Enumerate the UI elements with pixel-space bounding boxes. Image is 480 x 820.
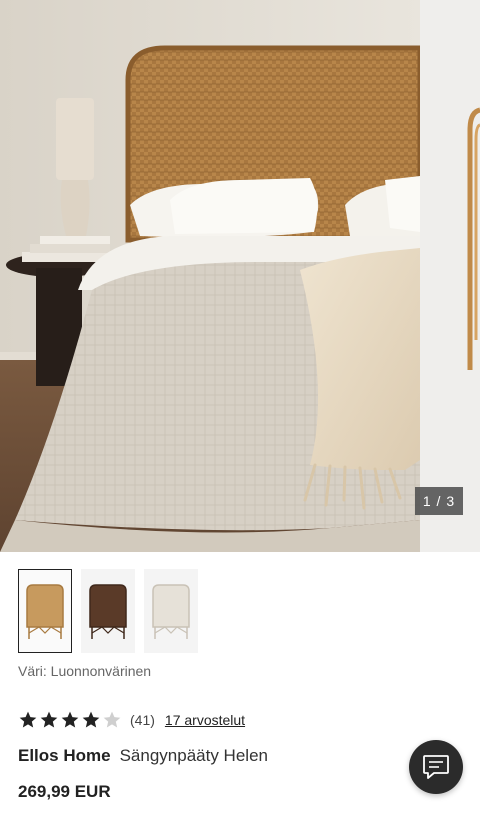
product-image-main[interactable] <box>0 0 420 552</box>
product-image-next-peek[interactable] <box>420 0 480 552</box>
chat-bubble-icon <box>423 755 449 779</box>
headboard-natural-thumb <box>26 584 64 639</box>
star-icon <box>103 711 121 728</box>
product-rating: (41) 17 arvostelut <box>18 710 245 730</box>
product-name: Sängynpääty Helen <box>119 746 268 765</box>
product-title: Ellos Home Sängynpääty Helen <box>18 746 268 766</box>
product-price: 269,99 EUR <box>18 782 111 801</box>
star-icon <box>82 711 100 728</box>
star-icon <box>40 711 58 728</box>
headboard-white-thumb <box>152 584 190 639</box>
selected-color-label: Väri: Luonnonvärinen <box>18 663 152 679</box>
headboard-dark-thumb <box>89 584 127 639</box>
rating-stars <box>18 710 122 730</box>
color-swatches <box>18 569 198 653</box>
swatch-white[interactable] <box>144 569 198 653</box>
headboard-photo-next <box>420 0 480 552</box>
chat-button[interactable] <box>409 740 463 794</box>
product-image-gallery[interactable]: 1 / 3 <box>0 0 480 552</box>
reviews-link[interactable]: 17 arvostelut <box>165 712 245 728</box>
bedroom-photo <box>0 0 420 552</box>
star-icon <box>61 711 79 728</box>
image-counter: 1 / 3 <box>415 487 463 515</box>
rating-count: (41) <box>130 712 155 728</box>
swatch-natural[interactable] <box>18 569 72 653</box>
swatch-dark[interactable] <box>81 569 135 653</box>
product-brand: Ellos Home <box>18 746 111 765</box>
star-icon <box>19 711 37 728</box>
